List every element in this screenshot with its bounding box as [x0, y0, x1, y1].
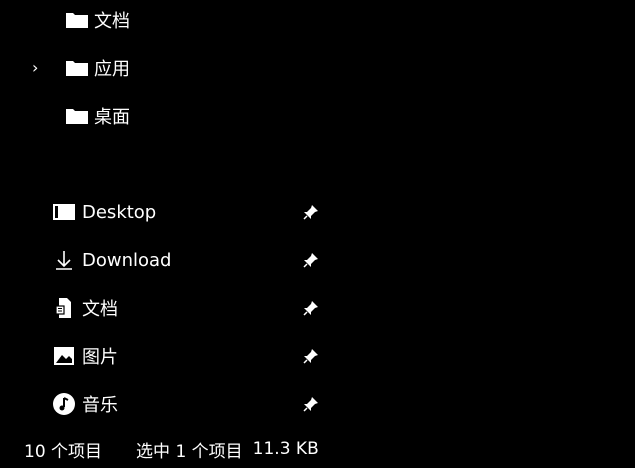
tree-item-apps[interactable]: 应用: [66, 53, 130, 83]
tree-item-documents[interactable]: 文档: [66, 5, 130, 35]
quick-access-music[interactable]: 音乐: [52, 389, 118, 419]
music-icon: [52, 392, 76, 416]
pin-icon[interactable]: [302, 203, 320, 221]
quick-access-documents[interactable]: 文档: [52, 293, 118, 323]
document-icon: [52, 296, 76, 320]
download-icon: [52, 248, 76, 272]
pin-icon[interactable]: [302, 395, 320, 413]
desktop-icon: [52, 200, 76, 224]
quick-access-label: 音乐: [82, 395, 118, 416]
item-count: 10 个项目: [24, 441, 103, 462]
tree-item-label: 文档: [94, 11, 130, 32]
tree-item-desktop-folder[interactable]: 桌面: [66, 101, 130, 131]
status-bar: 10 个项目 选中 1 个项目 11.3 KB: [24, 435, 319, 463]
selection-size: 11.3 KB: [252, 439, 319, 459]
quick-access-label: 文档: [82, 299, 118, 320]
quick-access-label: 图片: [82, 347, 118, 368]
chevron-right-icon[interactable]: ›: [32, 59, 44, 77]
tree-item-label: 应用: [94, 59, 130, 80]
folder-icon: [66, 12, 88, 28]
tree-item-label: 桌面: [94, 107, 130, 128]
folder-icon: [66, 108, 88, 124]
pictures-icon: [52, 344, 76, 368]
quick-access-download[interactable]: Download: [52, 245, 171, 275]
pin-icon[interactable]: [302, 251, 320, 269]
pin-icon[interactable]: [302, 347, 320, 365]
folder-icon: [66, 60, 88, 76]
quick-access-pictures[interactable]: 图片: [52, 341, 118, 371]
explorer-window: 文档 › 应用 桌面 Desktop Download 文档 图片 音乐 10 …: [0, 0, 637, 470]
quick-access-desktop[interactable]: Desktop: [52, 197, 156, 227]
selection-count: 选中 1 个项目: [136, 441, 243, 462]
quick-access-label: Desktop: [82, 201, 157, 223]
pin-icon[interactable]: [302, 299, 320, 317]
quick-access-label: Download: [82, 249, 172, 271]
